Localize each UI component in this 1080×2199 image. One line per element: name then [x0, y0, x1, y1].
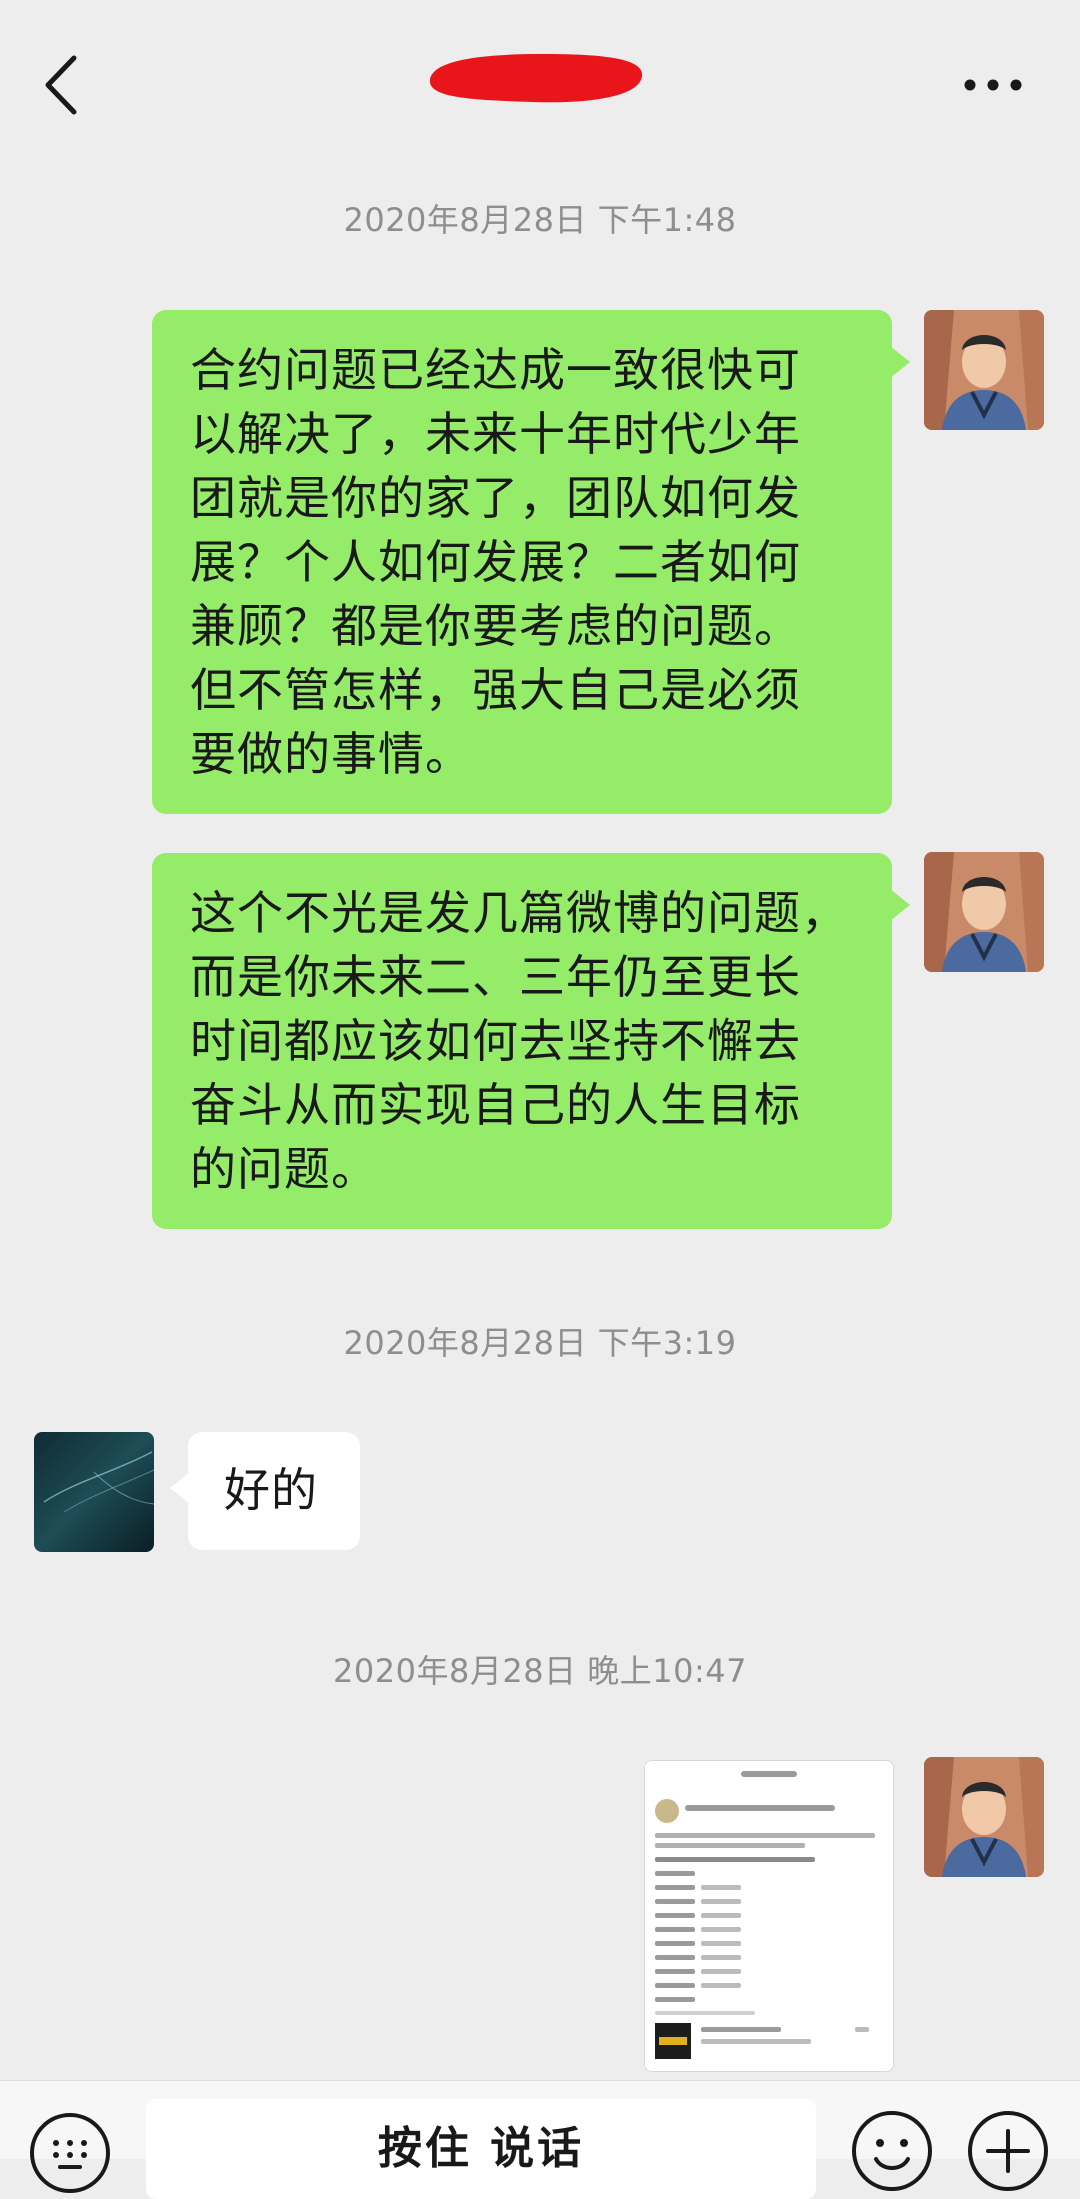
- chevron-left-icon[interactable]: [38, 52, 88, 118]
- message-text: 合约问题已经达成一致很快可 以解决了，未来十年时代少年 团就是你的家了，团队如何…: [190, 343, 801, 781]
- avatar-photo: [924, 852, 1044, 972]
- chat-input-bar: 按住 说话: [0, 2080, 1080, 2199]
- contact-avatar[interactable]: [34, 1432, 154, 1552]
- my-avatar[interactable]: [924, 310, 1044, 430]
- bubble-tail: [170, 1472, 190, 1504]
- keyboard-icon[interactable]: [28, 2111, 112, 2195]
- avatar-photo: [924, 1757, 1044, 1877]
- chat-header: [0, 0, 1080, 170]
- my-avatar[interactable]: [924, 852, 1044, 972]
- bubble-tail: [890, 889, 910, 921]
- received-message-bubble[interactable]: 好的: [170, 1432, 360, 1550]
- avatar-photo: [924, 310, 1044, 430]
- more-horizontal-icon[interactable]: [960, 70, 1026, 100]
- hold-to-talk-button[interactable]: 按住 说话: [146, 2099, 816, 2199]
- sent-image-message[interactable]: [644, 1760, 894, 2072]
- timestamp: 2020年8月28日 下午3:19: [343, 1324, 737, 1362]
- sent-message-bubble[interactable]: 这个不光是发几篇微博的问题， 而是你未来二、三年仍至更长 时间都应该如何去坚持不…: [152, 853, 910, 1229]
- timestamp: 2020年8月28日 晚上10:47: [333, 1652, 747, 1690]
- message-text: 这个不光是发几篇微博的问题， 而是你未来二、三年仍至更长 时间都应该如何去坚持不…: [190, 886, 848, 1196]
- redacted-contact-name: [429, 54, 643, 103]
- emoji-icon[interactable]: [850, 2109, 934, 2193]
- avatar-photo: [34, 1432, 154, 1552]
- message-text: 好的: [224, 1463, 318, 1517]
- bubble-tail: [890, 346, 910, 378]
- sent-message-bubble[interactable]: 合约问题已经达成一致很快可 以解决了，未来十年时代少年 团就是你的家了，团队如何…: [152, 310, 910, 814]
- my-avatar[interactable]: [924, 1757, 1044, 1877]
- timestamp: 2020年8月28日 下午1:48: [343, 201, 737, 239]
- plus-circle-icon[interactable]: [966, 2109, 1050, 2193]
- screenshot-thumbnail: [645, 1761, 893, 2071]
